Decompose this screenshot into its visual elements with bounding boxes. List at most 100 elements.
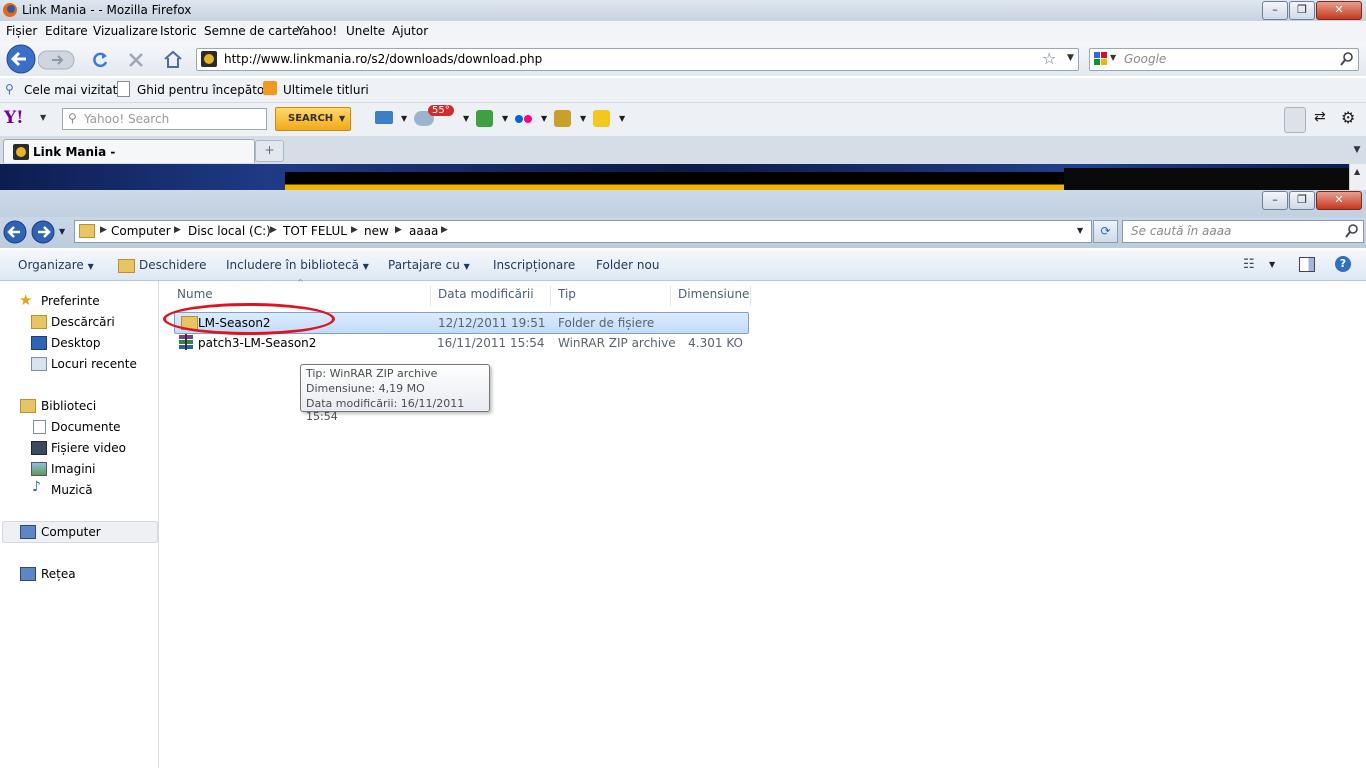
address-dropdown-icon[interactable]: ▼ [1077,226,1083,235]
share-with-button[interactable]: Partajare cu ▼ [388,258,470,272]
nav-desktop[interactable]: Desktop [51,336,101,350]
explorer-search-input[interactable]: Se caută în aaaa [1131,224,1231,238]
explorer-minimize-button[interactable]: – [1262,191,1288,210]
bookmark-star-icon[interactable]: ☆ [1042,49,1056,68]
menu-view[interactable]: Vizualizare [93,24,158,38]
nav-recent-places[interactable]: Locuri recente [51,357,137,371]
nav-favorites[interactable]: Preferinte [41,294,100,308]
explorer-forward-icon[interactable] [30,219,56,245]
yahoo-search-input[interactable]: ⚲ Yahoo! Search [62,108,267,130]
toolbar-list-icon[interactable] [1284,107,1306,133]
radio-dropdown-icon[interactable]: ▼ [502,114,508,123]
tab-link-mania[interactable]: Link Mania - [3,139,255,163]
explorer-maximize-button[interactable]: ❐ [1289,191,1315,210]
breadcrumb-arrow-icon[interactable]: ▶ [351,225,358,235]
google-icon[interactable] [1093,51,1109,67]
nav-computer[interactable]: Computer [41,525,101,539]
minimize-button[interactable]: – [1262,1,1288,20]
toolbar-gear-icon[interactable]: ⚙ [1341,108,1355,127]
breadcrumb-computer[interactable]: Computer [111,224,171,238]
web-search-input[interactable]: Google [1124,52,1166,66]
yahoo-logo[interactable]: Y! [4,108,24,128]
weather-dropdown-icon[interactable]: ▼ [463,114,469,123]
scroll-up-icon[interactable]: ▲ [1354,167,1360,176]
menu-yahoo[interactable]: Yahoo! [297,24,337,38]
nav-downloads[interactable]: Descărcări [51,315,115,329]
radio-icon[interactable] [476,110,493,127]
open-button[interactable]: Deschidere [139,258,206,272]
breadcrumb-drive[interactable]: Disc local (C:) [188,224,271,238]
breadcrumb-new[interactable]: new [364,224,389,238]
refresh-button[interactable]: ⟳ [1093,220,1118,243]
burn-button[interactable]: Inscripționare [493,258,575,272]
search-icon[interactable] [1340,52,1354,66]
explorer-search-box[interactable]: Se caută în aaaa [1122,220,1364,243]
bookmark-most-visited[interactable]: Cele mai vizitate [24,83,125,97]
page-scrollbar[interactable]: ▲ [1349,164,1366,190]
help-icon[interactable]: ? [1335,256,1351,272]
view-dropdown-icon[interactable]: ▼ [1269,260,1275,269]
explorer-back-icon[interactable] [2,219,28,245]
search-dropdown-icon[interactable]: ▼ [339,114,345,123]
tab-list-icon[interactable]: ▼ [1349,140,1365,160]
file-name[interactable]: patch3-LM-Season2 [198,336,316,350]
forward-icon[interactable] [38,50,78,70]
recent-pages-dropdown-icon[interactable]: ▼ [59,227,65,236]
menu-tools[interactable]: Unelte [346,24,385,38]
url-text[interactable]: http://www.linkmania.ro/s2/downloads/dow… [224,52,542,66]
breadcrumb-arrow-icon[interactable]: ▶ [395,225,402,235]
column-type[interactable]: Tip [558,286,671,306]
view-options-icon[interactable]: ☷ [1243,257,1255,272]
engine-dropdown-icon[interactable]: ▼ [1110,53,1116,62]
column-size[interactable]: Dimensiune [678,286,751,306]
ebay-icon[interactable] [593,110,610,127]
mail-icon[interactable] [375,111,393,124]
yahoo-search-button[interactable]: SEARCH ▼ [275,107,351,131]
preview-pane-icon[interactable] [1299,257,1315,272]
nav-network[interactable]: Rețea [41,567,76,581]
explorer-close-button[interactable]: ✕ [1316,191,1362,210]
column-name[interactable]: Nume [177,286,431,306]
breadcrumb-arrow-icon[interactable]: ▶ [270,225,277,235]
explorer-search-icon[interactable] [1345,224,1359,238]
file-row[interactable]: patch3-LM-Season2 16/11/2011 15:54 WinRA… [174,333,747,353]
breadcrumb-arrow-icon[interactable]: ▶ [100,225,107,235]
ebay-dropdown-icon[interactable]: ▼ [619,114,625,123]
new-folder-button[interactable]: Folder nou [596,258,659,272]
menu-edit[interactable]: Editare [45,24,88,38]
finance-dropdown-icon[interactable]: ▼ [580,114,586,123]
new-tab-button[interactable]: + [255,140,284,162]
menu-bookmarks[interactable]: Semne de carte [204,24,299,38]
web-search-box[interactable]: ▼ Google [1089,48,1359,71]
reload-icon[interactable] [90,50,110,70]
breadcrumb-tot-felul[interactable]: TOT FELUL [283,224,347,238]
flickr-icon[interactable] [514,112,534,126]
flickr-dropdown-icon[interactable]: ▼ [541,114,547,123]
mail-dropdown-icon[interactable]: ▼ [401,114,407,123]
home-icon[interactable] [162,49,184,69]
explorer-address-bar[interactable]: ▶ Computer ▶ Disc local (C:) ▶ TOT FELUL… [74,220,1092,243]
breadcrumb-aaaa[interactable]: aaaa [409,224,438,238]
nav-pictures[interactable]: Imagini [51,462,95,476]
back-icon[interactable] [4,44,40,74]
nav-music[interactable]: Muzică [51,483,93,497]
finance-icon[interactable] [554,110,571,127]
breadcrumb-arrow-icon[interactable]: ▶ [174,225,181,235]
yahoo-menu-dropdown-icon[interactable]: ▼ [40,113,46,122]
bookmark-getting-started[interactable]: Ghid pentru începători [137,83,273,97]
close-button[interactable]: ✕ [1316,1,1362,20]
bookmark-latest-headlines[interactable]: Ultimele titluri [283,83,369,97]
nav-videos[interactable]: Fișiere video [51,441,126,455]
column-date-modified[interactable]: Data modificării [438,286,551,306]
menu-history[interactable]: Istoric [160,24,197,38]
breadcrumb-arrow-icon[interactable]: ▶ [441,225,448,235]
url-bar[interactable]: http://www.linkmania.ro/s2/downloads/dow… [196,48,1079,71]
menu-help[interactable]: Ajutor [392,24,428,38]
toolbar-arrows-icon[interactable]: ⇄ [1314,109,1326,125]
stop-icon[interactable] [126,50,146,70]
nav-documents[interactable]: Documente [51,420,121,434]
organize-button[interactable]: Organizare ▼ [18,258,94,272]
include-in-library-button[interactable]: Includere în bibliotecă ▼ [226,258,369,272]
maximize-button[interactable]: ❐ [1289,1,1315,20]
menu-file[interactable]: Fișier [6,24,37,38]
